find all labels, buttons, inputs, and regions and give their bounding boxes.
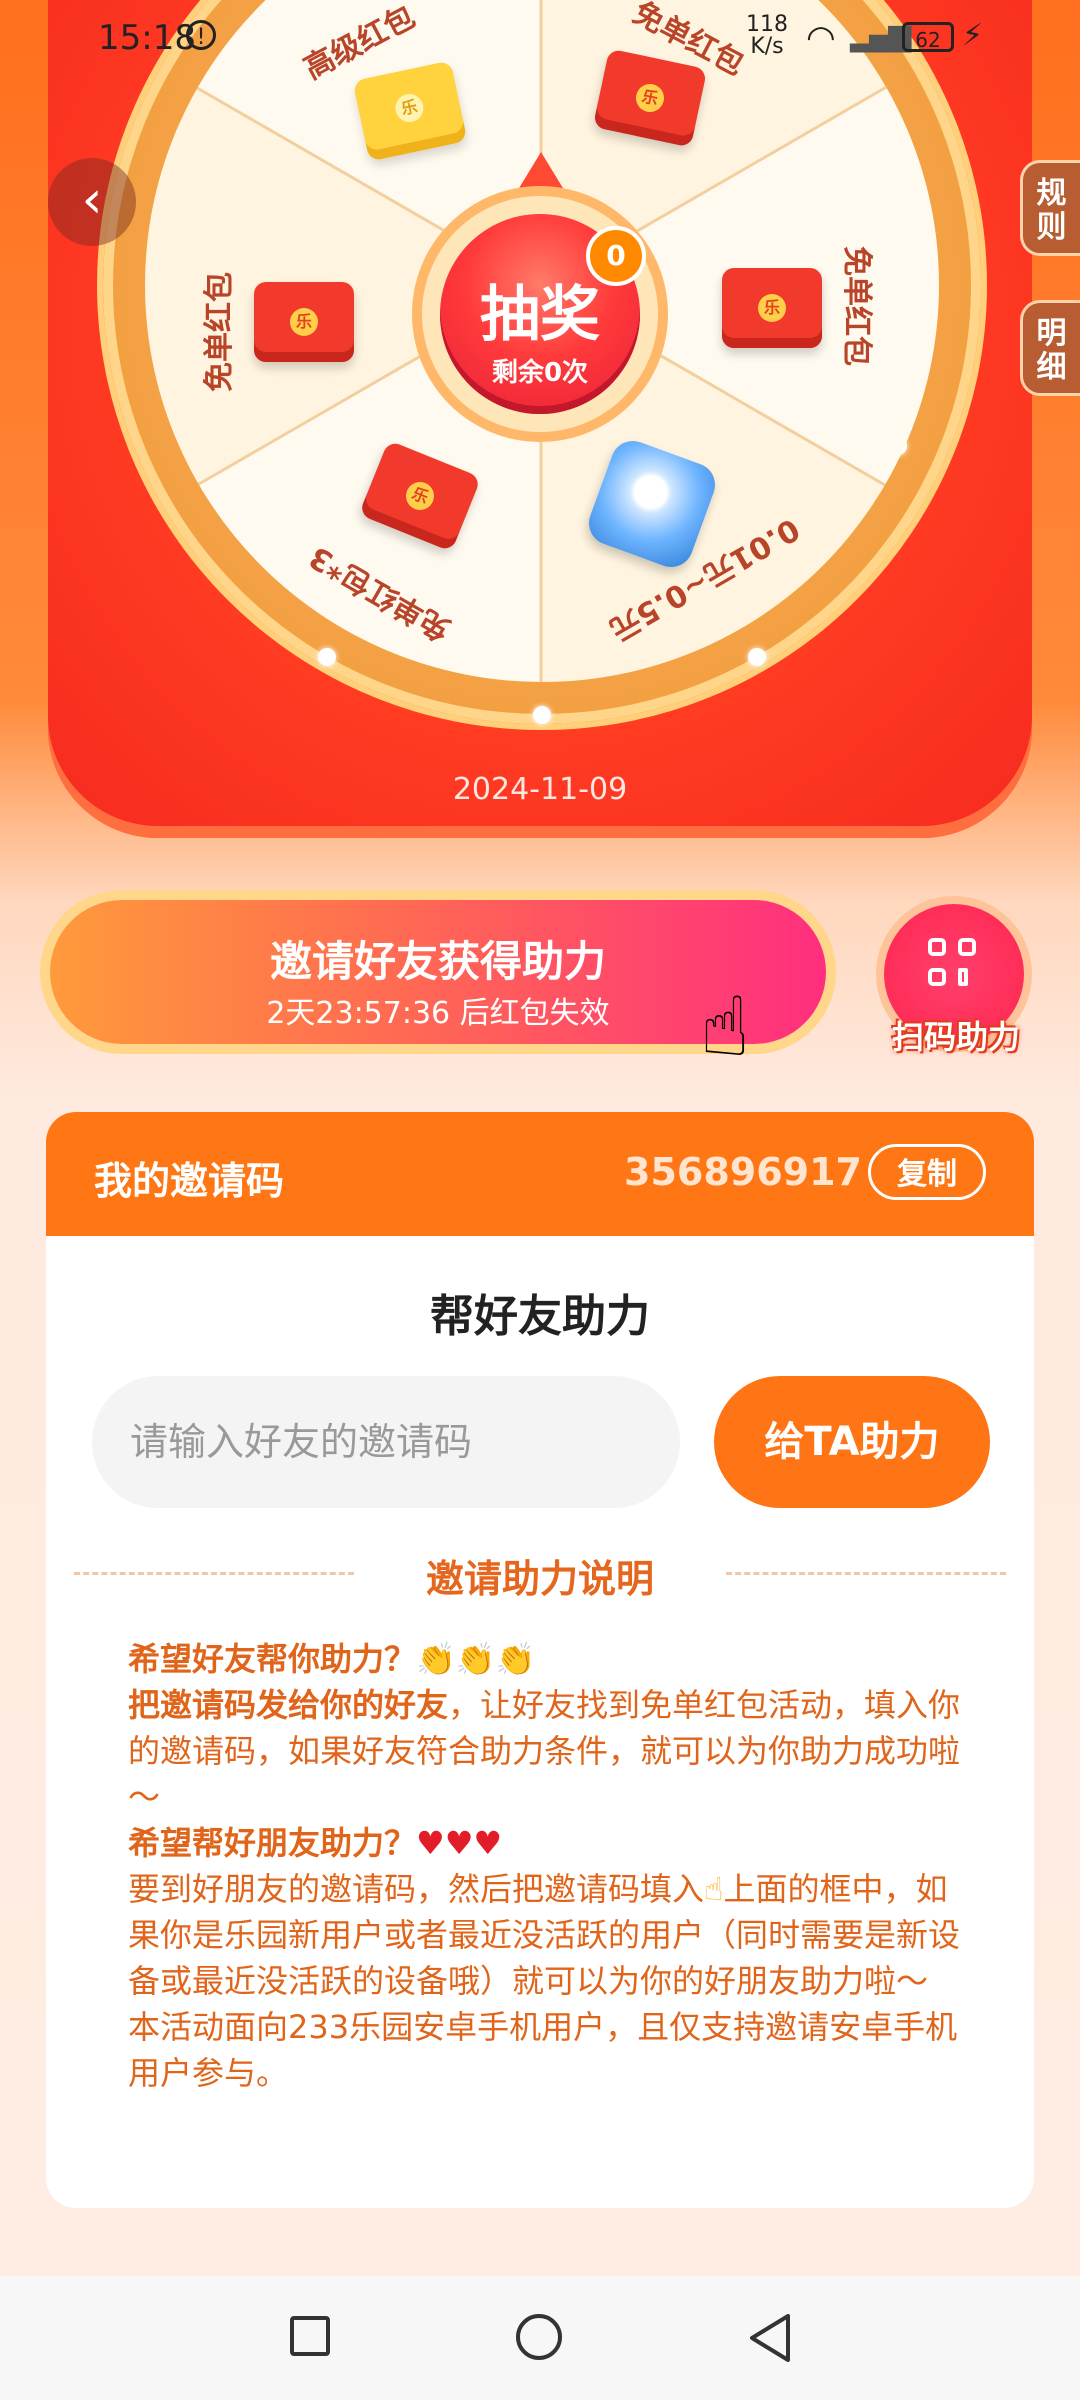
prize-label-free-left: 免单红包 — [202, 272, 237, 392]
back-button[interactable]: ‹ — [48, 158, 136, 246]
instruction-paragraph: 要到好朋友的邀请码，然后把邀请码填入☝上面的框中，如果你是乐园新用户或者最近没活… — [128, 1866, 968, 2004]
system-navigation-bar — [0, 2276, 1080, 2400]
envelope-seal: 乐 — [633, 81, 667, 115]
friend-code-input[interactable] — [92, 1376, 680, 1508]
clapping-hands-icon: 👏👏👏 — [416, 1640, 536, 1678]
envelope-seal: 乐 — [290, 308, 318, 336]
instruction-paragraph: 本活动面向233乐园安卓手机用户，且仅支持邀请安卓手机用户参与。 — [128, 2004, 968, 2096]
charging-icon: ⚡ — [962, 18, 984, 53]
signal-icon: ▂▄▆ — [850, 18, 911, 53]
divider-right — [726, 1572, 1006, 1575]
ring-light — [318, 648, 336, 666]
ring-light — [748, 648, 766, 666]
instructions-text: 希望好友帮你助力？👏👏👏 把邀请码发给你的好友，让好友找到免单红包活动，填入你的… — [128, 1636, 968, 2096]
status-bar: 15:18 ! 118 K/s ◠ ▂▄▆ 62 ⚡ — [0, 0, 1080, 80]
pointing-up-icon: ☝ — [704, 1870, 724, 1908]
instruction-heading: 希望帮好朋友助力？ — [128, 1824, 417, 1862]
my-invite-code: 356896917 — [624, 1150, 862, 1194]
recent-apps-icon[interactable] — [290, 2316, 330, 2356]
my-invite-code-bar: 我的邀请码 356896917 复制 — [46, 1112, 1034, 1236]
instruction-text: 要到好朋友的邀请码，然后把邀请码填入 — [128, 1870, 705, 1908]
instruction-heading: 希望好友帮你助力？ — [128, 1640, 417, 1678]
instruction-emphasis: 把邀请码发给你的好友 — [128, 1686, 449, 1724]
my-invite-code-label: 我的邀请码 — [94, 1159, 285, 1203]
remaining-spins: 剩余0次 — [491, 358, 589, 388]
invite-panel: 我的邀请码 356896917 复制 帮好友助力 给TA助力 邀请助力说明 希望… — [46, 1112, 1034, 2208]
network-speed-unit: K/s — [750, 34, 784, 59]
spin-count-badge: 0 — [586, 226, 646, 286]
battery-icon: 62 — [902, 22, 954, 52]
details-tab[interactable]: 明细 — [1020, 300, 1080, 396]
red-envelope-icon: 乐 — [722, 268, 822, 348]
copy-button[interactable]: 复制 — [868, 1144, 986, 1200]
give-help-button[interactable]: 给TA助力 — [714, 1376, 990, 1508]
red-envelope-icon: 乐 — [254, 282, 354, 362]
ring-light — [533, 706, 551, 724]
rules-tab[interactable]: 规则 — [1020, 160, 1080, 256]
instruction-text: 本活动面向233乐园安卓手机用户，且仅支持邀请安卓手机用户参与。 — [128, 2008, 958, 2092]
wheel-pointer — [513, 152, 569, 198]
home-icon[interactable] — [516, 2314, 562, 2360]
help-friend-title: 帮好友助力 — [430, 1291, 650, 1342]
wifi-icon: ◠ — [806, 18, 836, 58]
prize-label-free-right: 免单红包 — [839, 246, 874, 366]
instruction-paragraph: 希望帮好朋友助力？♥♥♥ — [128, 1820, 968, 1866]
envelope-seal: 乐 — [401, 477, 439, 515]
chevron-left-icon: ‹ — [81, 170, 103, 230]
network-speed: 118 K/s — [746, 14, 788, 58]
envelope-seal: 乐 — [758, 294, 786, 322]
qr-code-icon — [928, 938, 980, 990]
alert-icon: ! — [186, 20, 216, 50]
instructions-title: 邀请助力说明 — [425, 1557, 654, 1601]
activity-date: 2024-11-09 — [452, 772, 628, 807]
pointing-hand-icon: ☝ — [700, 980, 750, 1075]
envelope-seal: 乐 — [392, 91, 426, 125]
back-triangle-icon[interactable] — [746, 2312, 794, 2364]
scan-assist-label[interactable]: 扫码助力 — [876, 1012, 1036, 1058]
hearts-icon: ♥♥♥ — [416, 1824, 503, 1862]
status-time: 15:18 — [98, 18, 196, 58]
instruction-paragraph: 希望好友帮你助力？👏👏👏 — [128, 1636, 968, 1682]
instruction-paragraph: 把邀请码发给你的好友，让好友找到免单红包活动，填入你的邀请码，如果好友符合助力条… — [128, 1682, 968, 1820]
